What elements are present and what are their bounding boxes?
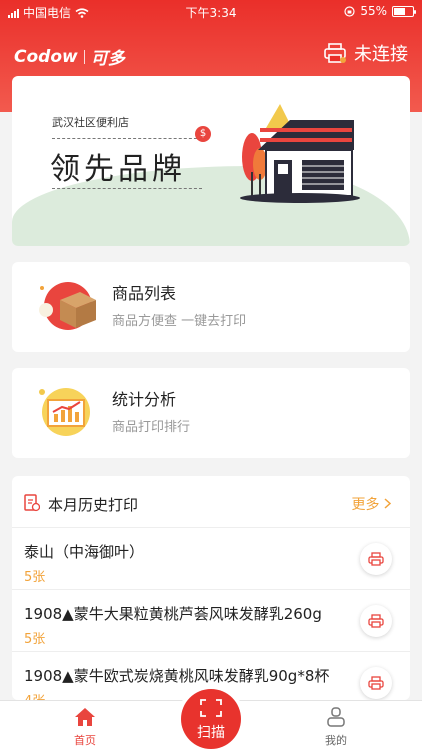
tab-mine-label: 我的 <box>325 734 347 747</box>
product-list-subtitle: 商品方便查 一键去打印 <box>112 314 247 329</box>
promo-banner[interactable]: 武汉社区便利店 领先品牌 $ <box>12 76 410 246</box>
printer-icon <box>368 676 384 690</box>
brand-logo: Codow 可多 <box>14 44 125 70</box>
brand-name-cn: 可多 <box>90 49 125 69</box>
rotation-lock-icon <box>344 5 355 17</box>
scan-frame-icon <box>200 699 222 717</box>
app-bar: Codow 可多 未连接 <box>0 38 422 72</box>
brand-name-en: Codow <box>14 46 78 67</box>
history-item-count: 5张 <box>24 570 46 585</box>
more-label: 更多 <box>351 497 380 513</box>
statistics-subtitle: 商品打印排行 <box>112 420 191 435</box>
history-more-link[interactable]: 更多 <box>352 494 392 514</box>
statistics-card[interactable]: 统计分析 商品打印排行 <box>12 368 410 458</box>
history-item-count: 5张 <box>24 632 46 647</box>
monthly-history-panel: 本月历史打印 更多 泰山（中海御叶） 5张 1908▲蒙牛大果粒黄桃芦荟风味发酵… <box>12 476 410 700</box>
coin-icon: $ <box>195 126 211 142</box>
product-list-card[interactable]: 商品列表 商品方便查 一键去打印 <box>12 262 410 352</box>
scan-label: 扫描 <box>197 725 225 741</box>
banner-title: 领先品牌 <box>50 152 186 187</box>
status-bar: 中国电信 下午3:34 55% <box>0 0 422 24</box>
print-button[interactable] <box>360 605 392 637</box>
print-button[interactable] <box>360 543 392 575</box>
printer-icon <box>368 552 384 566</box>
history-title: 本月历史打印 <box>48 496 139 514</box>
statistics-title: 统计分析 <box>112 390 177 409</box>
printer-icon <box>324 43 346 63</box>
product-box-icon <box>39 282 96 330</box>
scan-button[interactable]: 扫描 <box>181 689 241 749</box>
user-icon <box>327 707 345 727</box>
history-item-name: 1908▲蒙牛欧式炭烧黄桃风味发酵乳90g*8杯 <box>24 667 330 685</box>
home-icon <box>75 708 95 726</box>
history-item-name: 1908▲蒙牛大果粒黄桃芦荟风味发酵乳260g <box>24 605 322 623</box>
print-button[interactable] <box>360 667 392 699</box>
history-item-name: 泰山（中海御叶） <box>24 543 145 561</box>
tab-mine[interactable]: 我的 <box>296 707 376 748</box>
printer-status-label: 未连接 <box>354 44 408 65</box>
battery-icon <box>392 5 416 17</box>
history-header: 本月历史打印 更多 <box>12 476 410 528</box>
chevron-right-icon <box>384 498 392 509</box>
history-item-count: 4张 <box>24 690 45 700</box>
statistics-chart-icon <box>39 388 90 436</box>
printer-icon <box>368 614 384 628</box>
tab-home-label: 首页 <box>74 734 96 747</box>
history-row[interactable]: 1908▲蒙牛大果粒黄桃芦荟风味发酵乳260g 5张 <box>12 590 410 652</box>
product-list-title: 商品列表 <box>112 284 177 303</box>
banner-subtitle: 武汉社区便利店 <box>52 116 129 129</box>
store-illustration <box>240 104 360 203</box>
tab-home[interactable]: 首页 <box>45 707 125 748</box>
history-doc-icon <box>24 494 40 512</box>
history-row[interactable]: 泰山（中海御叶） 5张 <box>12 528 410 590</box>
battery-percent: 55% <box>360 4 387 18</box>
printer-connection-button[interactable]: 未连接 <box>324 40 408 66</box>
